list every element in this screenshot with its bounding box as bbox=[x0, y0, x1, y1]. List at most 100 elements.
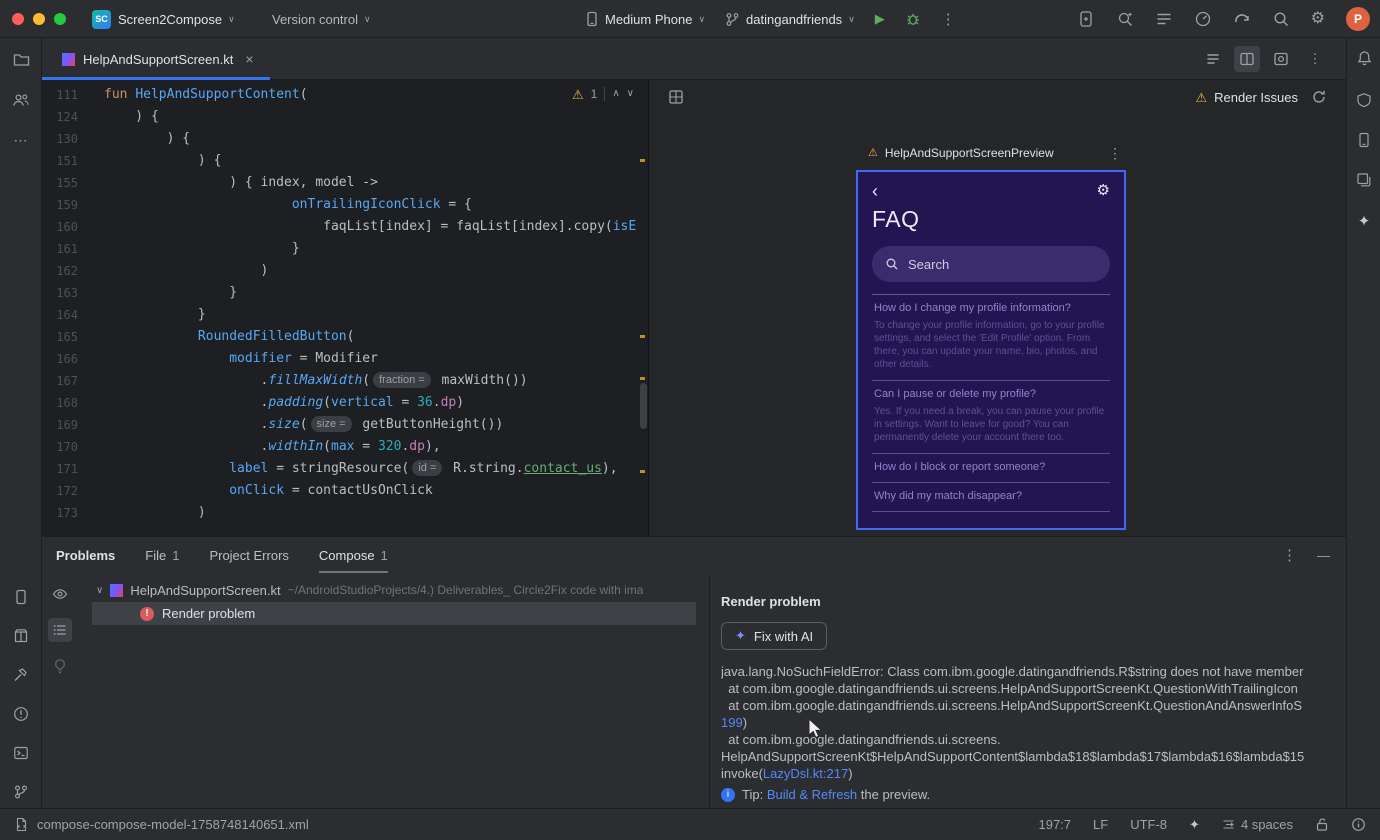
lightbulb-icon[interactable] bbox=[48, 654, 72, 678]
code-line: 161 } bbox=[42, 238, 648, 260]
preview-layout-grid-icon[interactable] bbox=[663, 84, 689, 110]
device-mirroring-icon[interactable] bbox=[1077, 10, 1095, 28]
tab-file[interactable]: File 1 bbox=[145, 537, 179, 573]
panel-options-kebab-icon[interactable]: ⋮ bbox=[1282, 546, 1297, 564]
inspections-widget[interactable]: ⚠ 1 ∧ ∨ bbox=[572, 87, 634, 101]
unlock-icon[interactable] bbox=[1315, 817, 1329, 832]
stack-trace-line: at com.ibm.google.datingandfriends.ui.sc… bbox=[721, 698, 1303, 713]
minimize-window-button[interactable] bbox=[33, 13, 45, 25]
prev-problem-icon[interactable]: ∧ bbox=[612, 89, 619, 99]
code-line: 167 .fillMaxWidth(fraction = maxWidth()) bbox=[42, 370, 648, 392]
project-menu-button[interactable]: Screen2Compose ∨ bbox=[118, 12, 235, 27]
status-file-widget[interactable]: compose-compose-model-1758748140651.xml bbox=[14, 817, 309, 832]
code-line: 169 .size(size = getButtonHeight()) bbox=[42, 414, 648, 436]
minimize-panel-icon[interactable]: — bbox=[1317, 548, 1330, 563]
layers-icon[interactable] bbox=[1356, 172, 1372, 188]
settings-gear-icon[interactable]: ⚙ bbox=[1097, 182, 1110, 200]
profiler-icon[interactable] bbox=[1194, 10, 1212, 28]
debug-button[interactable] bbox=[905, 11, 921, 27]
tree-file-row[interactable]: ∨ HelpAndSupportScreen.kt ~/AndroidStudi… bbox=[78, 578, 701, 602]
chevron-down-icon: ∨ bbox=[698, 13, 706, 24]
tree-file-name: HelpAndSupportScreen.kt bbox=[130, 582, 281, 598]
split-view-icon[interactable] bbox=[1234, 46, 1260, 72]
notifications-bell-icon[interactable] bbox=[1356, 50, 1373, 67]
logcat-icon[interactable] bbox=[1155, 10, 1173, 28]
tab-badge: 1 bbox=[172, 547, 180, 563]
package-icon[interactable] bbox=[13, 628, 29, 644]
editor-scrollbar[interactable] bbox=[640, 383, 647, 429]
back-icon[interactable]: ‹ bbox=[872, 182, 878, 200]
info-circle-icon[interactable] bbox=[1351, 817, 1366, 832]
close-window-button[interactable] bbox=[12, 13, 24, 25]
profile-avatar[interactable]: P bbox=[1346, 7, 1370, 31]
terminal-icon[interactable] bbox=[13, 745, 29, 761]
phone-preview[interactable]: ‹ ⚙ FAQ Search How do I change my profil… bbox=[856, 170, 1126, 530]
run-options-kebab-icon[interactable]: ⋮ bbox=[941, 10, 956, 28]
search-icon[interactable] bbox=[1272, 10, 1290, 28]
settings-gear-icon[interactable]: ⚙ bbox=[1311, 11, 1325, 27]
code-editor[interactable]: 111 fun HelpAndSupportContent(124 ) {130 … bbox=[42, 80, 648, 536]
build-refresh-link[interactable]: Build & Refresh bbox=[767, 787, 857, 802]
version-control-menu-button[interactable]: Version control ∨ bbox=[272, 12, 371, 27]
build-hammer-icon[interactable] bbox=[13, 667, 29, 683]
tab-project-errors[interactable]: Project Errors bbox=[209, 537, 288, 573]
device-selector[interactable]: Medium Phone ∨ bbox=[585, 11, 705, 27]
editor-tab[interactable]: HelpAndSupportScreen.kt × bbox=[42, 38, 270, 80]
preview-card-header: ⚠ HelpAndSupportScreenPreview ⋮ bbox=[856, 142, 1126, 164]
preview-options-kebab-icon[interactable]: ⋮ bbox=[1108, 145, 1122, 162]
design-view-icon[interactable] bbox=[1268, 46, 1294, 72]
xml-file-icon bbox=[16, 817, 27, 832]
faq-search-bar[interactable]: Search bbox=[872, 246, 1110, 282]
problems-tab-bar: Problems File 1 Project Errors Compose 1… bbox=[42, 537, 1346, 573]
gemini-sparkle-icon[interactable]: ✦ bbox=[1358, 212, 1371, 230]
line-number: 160 bbox=[56, 220, 78, 234]
code-view-icon[interactable] bbox=[1200, 46, 1226, 72]
stack-source-link[interactable]: 199 bbox=[721, 715, 743, 730]
users-icon[interactable] bbox=[12, 92, 30, 108]
faq-item[interactable]: Why did my match disappear? bbox=[872, 483, 1110, 512]
render-issues-button[interactable]: ⚠ Render Issues bbox=[1196, 90, 1298, 105]
tree-problem-row-selected[interactable]: ! Render problem bbox=[92, 602, 696, 625]
refresh-preview-icon[interactable] bbox=[1306, 84, 1332, 110]
encoding-widget[interactable]: UTF-8 bbox=[1130, 817, 1167, 832]
run-button[interactable]: ▶ bbox=[875, 11, 885, 27]
details-view-icon[interactable] bbox=[48, 618, 72, 642]
inlay-hint: fraction = bbox=[373, 372, 431, 388]
project-folder-icon[interactable] bbox=[13, 52, 30, 68]
app-insights-icon[interactable] bbox=[1356, 92, 1372, 108]
more-tool-windows-icon[interactable]: ⋯ bbox=[14, 132, 29, 149]
close-tab-icon[interactable]: × bbox=[245, 51, 253, 67]
ai-search-icon[interactable] bbox=[1116, 10, 1134, 28]
stack-source-link[interactable]: LazyDsl.kt:217 bbox=[763, 766, 848, 781]
fix-with-ai-button[interactable]: ✦ Fix with AI bbox=[721, 622, 828, 650]
tab-compose[interactable]: Compose 1 bbox=[319, 537, 388, 573]
chevron-down-icon[interactable]: ∨ bbox=[96, 585, 103, 596]
line-separator-widget[interactable]: LF bbox=[1093, 817, 1108, 832]
project-icon: SC bbox=[92, 9, 111, 29]
device-phone-icon bbox=[587, 11, 597, 27]
running-devices-icon[interactable] bbox=[13, 589, 29, 605]
faq-question: Can I pause or delete my profile? bbox=[874, 388, 1037, 400]
faq-item[interactable]: How do I block or report someone? bbox=[872, 454, 1110, 483]
editor-options-kebab-icon[interactable]: ⋮ bbox=[1302, 46, 1328, 72]
tree-problem-label: Render problem bbox=[162, 606, 256, 621]
line-number: 169 bbox=[56, 418, 78, 432]
code-line: 170 .widthIn(max = 320.dp), bbox=[42, 436, 648, 458]
zoom-window-button[interactable] bbox=[54, 13, 66, 25]
preview-eye-icon[interactable] bbox=[48, 582, 72, 606]
faq-item[interactable]: How do I change my profile information? T… bbox=[872, 295, 1110, 381]
indent-widget[interactable]: 4 spaces bbox=[1222, 817, 1293, 832]
branch-selector[interactable]: datingandfriends ∨ bbox=[725, 12, 855, 27]
problems-icon[interactable] bbox=[13, 706, 29, 722]
ai-sparkle-icon: ✦ bbox=[735, 628, 746, 643]
tree-file-path: ~/AndroidStudioProjects/4.) Deliverables… bbox=[287, 583, 644, 597]
caret-position-widget[interactable]: 197:7 bbox=[1038, 817, 1071, 832]
device-manager-icon[interactable] bbox=[1356, 132, 1372, 148]
gradle-sync-icon[interactable] bbox=[1233, 10, 1251, 28]
git-branch-icon[interactable] bbox=[13, 784, 29, 800]
faq-item[interactable]: Can I pause or delete my profile? Yes. If… bbox=[872, 381, 1110, 454]
tip-text: Tip: Build & Refresh the preview. bbox=[742, 787, 930, 802]
gemini-status-icon[interactable]: ✦ bbox=[1189, 817, 1200, 833]
next-problem-icon[interactable]: ∨ bbox=[627, 89, 634, 99]
indent-label: 4 spaces bbox=[1240, 817, 1293, 832]
